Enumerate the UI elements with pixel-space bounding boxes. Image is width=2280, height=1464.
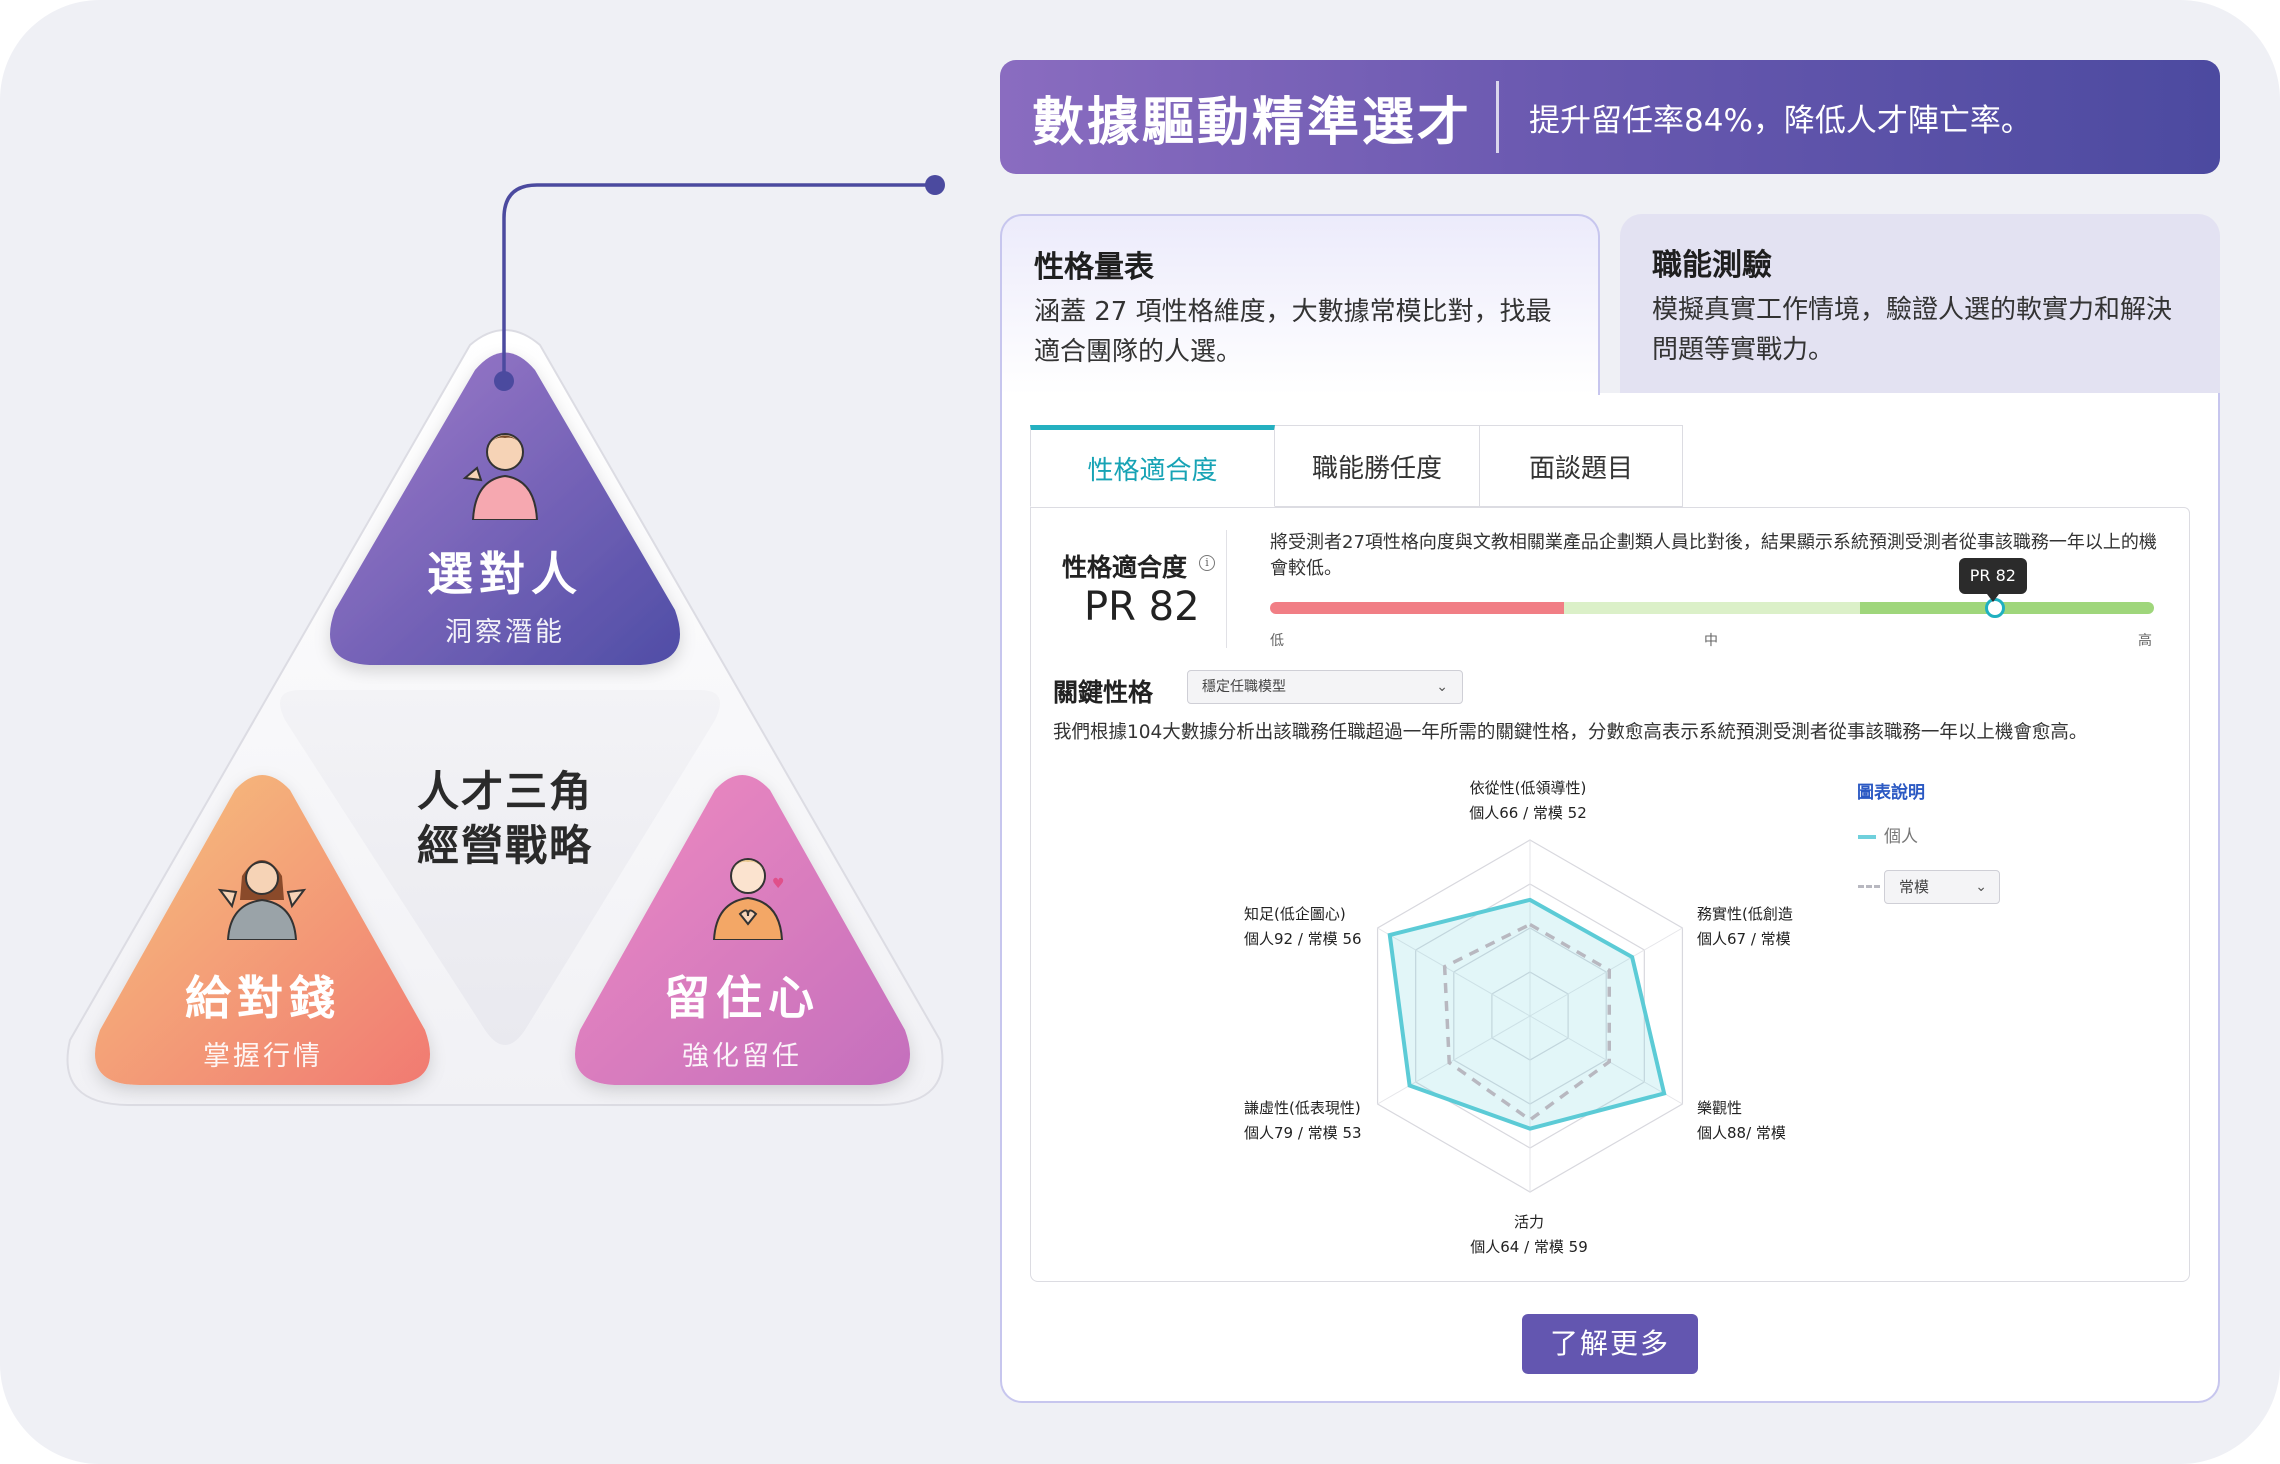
tab-interview-questions[interactable]: 面談題目	[1480, 425, 1683, 507]
norm-select[interactable]: 常模 ⌄	[1884, 870, 2000, 904]
triangle-top-label: 選對人 洞察潛能	[405, 538, 605, 649]
page-background: ♥ 選對人 洞察潛能 給對錢 掌握行情 留住心 強化留任 人才三角 經營戰略 數…	[0, 0, 2280, 1464]
triangle-right-subtitle: 強化留任	[682, 1041, 802, 1072]
axis-name: 活力	[1513, 1213, 1544, 1231]
tab-competency[interactable]: 職能勝任度	[1275, 425, 1480, 507]
axis-name: 樂觀性	[1697, 1099, 1743, 1117]
scale-high-label: 高	[2138, 633, 2152, 649]
model-select[interactable]: 穩定任職模型 ⌄	[1187, 670, 1463, 704]
triangle-center-title: 人才三角 經營戰略	[390, 765, 620, 873]
axis-value: 個人67 / 常模	[1697, 930, 1791, 948]
axis-value: 個人66 / 常模 52	[1469, 804, 1587, 822]
triangle-top-subtitle: 洞察潛能	[445, 617, 565, 648]
axis-name: 務實性(低創造	[1697, 905, 1793, 923]
legend-individual: 個人	[1858, 822, 1918, 847]
scale-low-label: 低	[1270, 633, 1284, 649]
connector-line	[494, 175, 945, 391]
model-select-value: 穩定任職模型	[1202, 679, 1286, 695]
card-competency-test[interactable]: 職能測驗 模擬真實工作情境，驗證人選的軟實力和解決問題等實戰力。	[1620, 214, 2220, 394]
banner-subtitle: 提升留任率84%，降低人才陣亡率。	[1529, 102, 2032, 139]
axis-value: 個人88/ 常模	[1697, 1124, 1786, 1142]
card-description: 模擬真實工作情境，驗證人選的軟實力和解決問題等實戰力。	[1652, 295, 2173, 365]
radar-axis-label-4: 謙虛性(低表現性) 個人79 / 常模 53	[1244, 1096, 1362, 1146]
key-traits-description: 我們根據104大數據分析出該職務任職超過一年所需的關鍵性格，分數愈高表示系統預測…	[1053, 722, 2088, 743]
scale-mid-label: 中	[1704, 633, 1718, 649]
triangle-right-title: 留住心	[664, 971, 820, 1025]
fit-label: 性格適合度	[1062, 553, 1188, 582]
center-title-line1: 人才三角	[416, 767, 593, 816]
fit-bar-high	[1860, 602, 2154, 614]
radar-axis-label-0: 依從性(低領導性) 個人66 / 常模 52	[1464, 776, 1592, 826]
legend-title: 圖表說明	[1857, 783, 1925, 803]
axis-value: 個人92 / 常模 56	[1244, 930, 1362, 948]
card-title: 性格量表	[1034, 250, 1154, 285]
radar-axis-label-3: 活力 個人64 / 常模 59	[1465, 1210, 1593, 1260]
fit-bar-mid	[1564, 602, 1860, 614]
divider	[1226, 530, 1227, 648]
radar-axis-label-5: 知足(低企圖心) 個人92 / 常模 56	[1244, 902, 1362, 952]
legend-individual-label: 個人	[1884, 827, 1918, 847]
pr-score: PR 82	[1084, 584, 1200, 630]
card-title: 職能測驗	[1652, 248, 1772, 283]
fit-bar-low	[1270, 602, 1564, 614]
key-traits-label: 關鍵性格	[1053, 678, 1154, 707]
radar-series-individual	[1387, 897, 1667, 1131]
chevron-down-icon: ⌄	[1975, 879, 1987, 895]
card-description: 涵蓋 27 項性格維度，大數據常模比對，找最適合團隊的人選。	[1034, 297, 1552, 367]
chevron-down-icon: ⌄	[1436, 679, 1448, 695]
axis-value: 個人79 / 常模 53	[1244, 1124, 1362, 1142]
triangle-top-title: 選對人	[427, 547, 583, 601]
learn-more-button[interactable]: 了解更多	[1522, 1314, 1698, 1374]
avatar-person-happy	[217, 860, 307, 940]
radar-axis-label-2: 樂觀性 個人88/ 常模	[1697, 1096, 1786, 1146]
triangle-left-title: 給對錢	[185, 971, 341, 1025]
norm-select-value: 常模	[1899, 878, 1930, 896]
tab-bar: 性格適合度 職能勝任度 面談題目	[1030, 425, 1683, 507]
legend-individual-swatch	[1858, 835, 1876, 839]
axis-name: 依從性(低領導性)	[1469, 779, 1587, 797]
axis-name: 謙虛性(低表現性)	[1244, 1099, 1361, 1117]
banner-title: 數據驅動精準選才	[1032, 92, 1473, 153]
avatar-person-heart: ♥	[712, 858, 785, 940]
radar-axis-label-1: 務實性(低創造 個人67 / 常模	[1697, 902, 1793, 952]
triangle-left-subtitle: 掌握行情	[203, 1041, 323, 1072]
tab-personality-fit[interactable]: 性格適合度	[1030, 425, 1275, 507]
triangle-left-label: 給對錢 掌握行情	[163, 962, 363, 1073]
center-title-line2: 經營戰略	[416, 821, 593, 870]
triangle-right-label: 留住心 強化留任	[642, 962, 842, 1073]
avatar-person-thumbs-up	[462, 433, 539, 520]
card-personality-scale[interactable]: 性格量表 涵蓋 27 項性格維度，大數據常模比對，找最適合團隊的人選。	[1000, 214, 1600, 395]
axis-value: 個人64 / 常模 59	[1470, 1238, 1588, 1256]
info-icon[interactable]: i	[1199, 555, 1215, 571]
header-banner: 數據驅動精準選才 提升留任率84%，降低人才陣亡率。	[1000, 60, 2220, 174]
pr-tooltip: PR 82	[1958, 558, 2027, 602]
axis-name: 知足(低企圖心)	[1244, 905, 1346, 923]
svg-text:♥: ♥	[772, 876, 785, 892]
